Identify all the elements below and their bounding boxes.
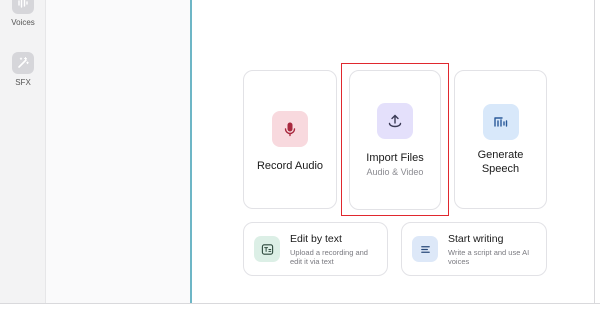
edit-by-text-title: Edit by text — [290, 232, 342, 245]
text-edit-icon — [254, 236, 280, 262]
sfx-icon — [12, 52, 34, 74]
highlight-box — [341, 63, 449, 216]
generate-speech-title-1: Generate — [477, 148, 524, 161]
rail-item-label: Voices — [11, 18, 35, 27]
app-frame: Voices SFX Record Audio Import Files Aud… — [0, 0, 600, 310]
record-audio-card[interactable]: Record Audio — [243, 70, 337, 209]
canvas-bottom-border — [0, 303, 600, 304]
start-writing-title: Start writing — [448, 232, 504, 245]
rail-item-sfx[interactable]: SFX — [0, 52, 46, 87]
speech-wave-icon — [482, 103, 519, 140]
start-writing-subtitle: Write a script and use AI voices — [448, 247, 530, 266]
microphone-icon — [272, 110, 308, 147]
edit-by-text-subtitle: Upload a recording and edit it via text — [290, 247, 368, 266]
canvas-right-border — [594, 0, 595, 304]
document-lines-icon — [412, 236, 438, 262]
generate-speech-title-2: Speech — [481, 162, 520, 175]
generate-speech-card[interactable]: Generate Speech — [454, 70, 547, 209]
left-rail: Voices SFX — [0, 0, 46, 303]
rail-item-voices[interactable]: Voices — [0, 0, 46, 27]
panel-divider[interactable] — [190, 0, 192, 303]
edit-by-text-card[interactable]: Edit by text Upload a recording and edit… — [243, 222, 388, 276]
secondary-panel — [46, 0, 190, 303]
record-audio-title: Record Audio — [256, 159, 324, 172]
start-writing-card[interactable]: Start writing Write a script and use AI … — [401, 222, 547, 276]
voices-icon — [12, 0, 34, 14]
rail-item-label: SFX — [15, 78, 31, 87]
